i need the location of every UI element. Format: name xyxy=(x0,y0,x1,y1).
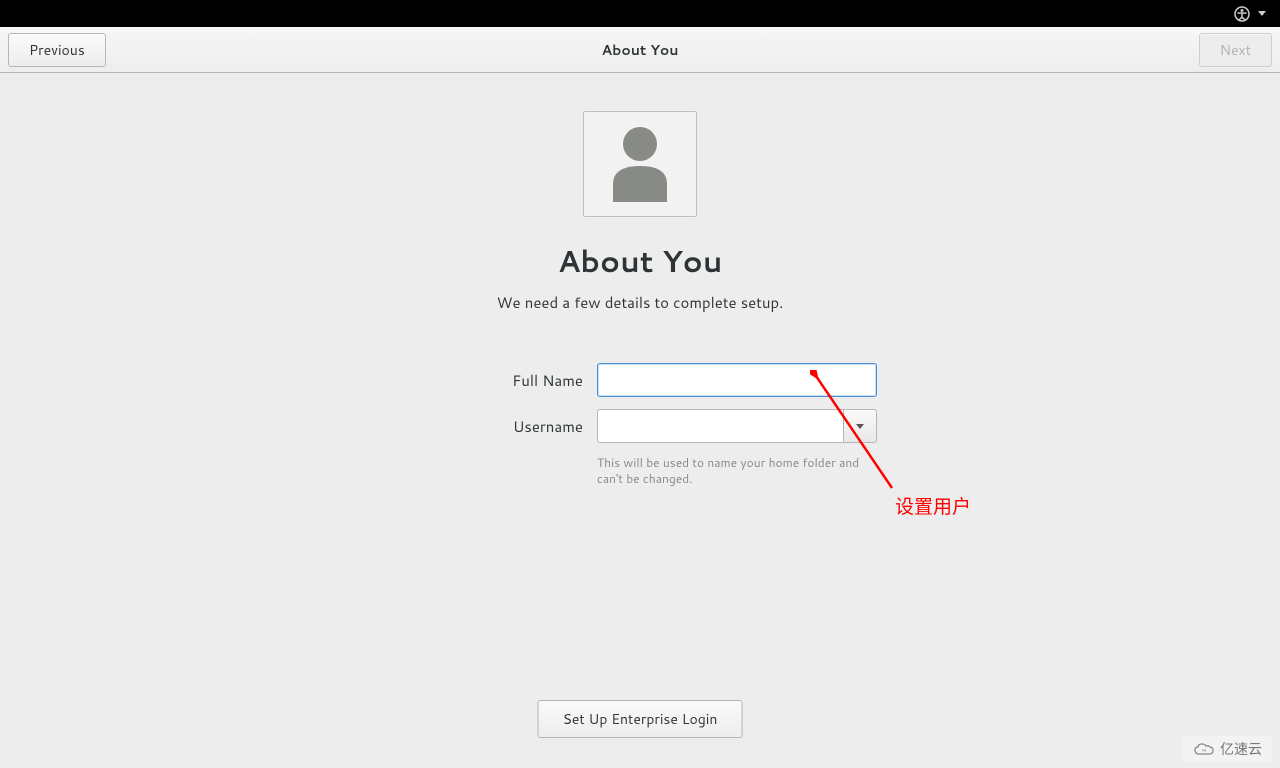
accessibility-icon[interactable] xyxy=(1234,6,1250,22)
username-label: Username xyxy=(403,416,583,437)
header-bar: Previous About You Next xyxy=(0,27,1280,73)
chevron-down-icon[interactable] xyxy=(1258,11,1266,16)
main-content: About You We need a few details to compl… xyxy=(0,73,1280,487)
header-title: About You xyxy=(602,40,679,60)
user-form: Full Name Username This will be used to … xyxy=(403,363,877,487)
username-hint: This will be used to name your home fold… xyxy=(597,455,877,487)
watermark-text: 亿速云 xyxy=(1220,739,1262,759)
page-heading: About You xyxy=(558,239,723,282)
username-row: Username xyxy=(403,409,877,443)
username-hint-row: This will be used to name your home fold… xyxy=(403,455,877,487)
full-name-row: Full Name xyxy=(403,363,877,397)
avatar-placeholder[interactable] xyxy=(583,111,697,217)
svg-text:∞: ∞ xyxy=(1202,745,1206,754)
cloud-icon: ∞ xyxy=(1193,742,1215,756)
full-name-label: Full Name xyxy=(403,370,583,391)
username-input[interactable] xyxy=(597,409,843,443)
chevron-down-icon xyxy=(856,424,864,429)
enterprise-login-button[interactable]: Set Up Enterprise Login xyxy=(538,700,743,738)
page-subtitle: We need a few details to complete setup. xyxy=(497,292,784,313)
username-dropdown-button[interactable] xyxy=(843,409,877,443)
person-icon xyxy=(605,124,675,204)
full-name-input[interactable] xyxy=(597,363,877,397)
annotation-label: 设置用户 xyxy=(895,492,971,519)
watermark: ∞ 亿速云 xyxy=(1183,736,1272,762)
top-panel xyxy=(0,0,1280,27)
username-combo xyxy=(597,409,877,443)
next-button: Next xyxy=(1199,33,1272,67)
previous-button[interactable]: Previous xyxy=(8,33,106,67)
